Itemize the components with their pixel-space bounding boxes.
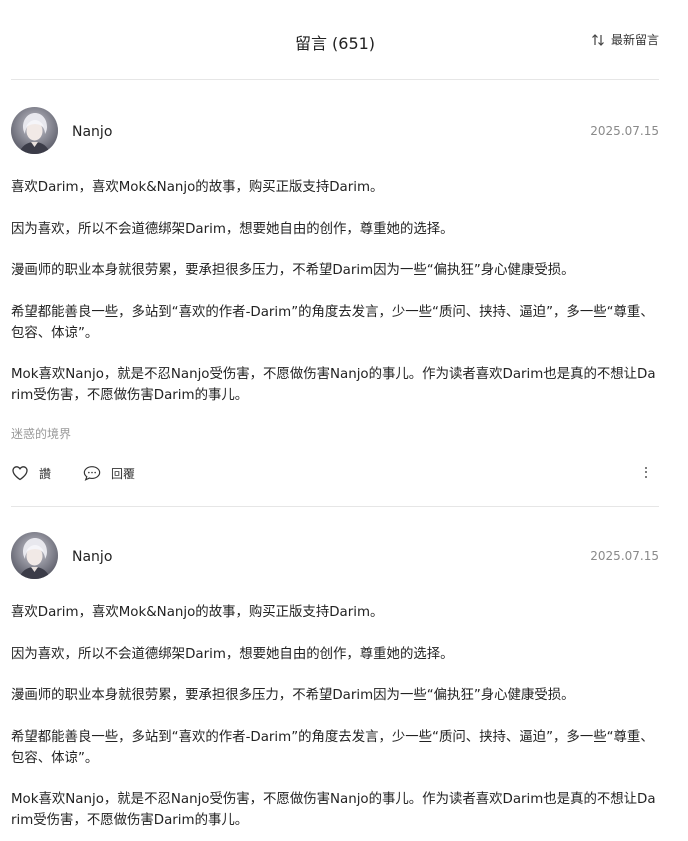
author-name[interactable]: Nanjo <box>72 124 112 140</box>
sort-label: 最新留言 <box>610 33 659 47</box>
comment-body: 喜欢Darim，喜欢Mok&Nanjo的故事，购买正版支持Darim。 因为喜欢… <box>11 177 659 406</box>
comment-paragraph: Mok喜欢Nanjo，就是不忍Nanjo受伤害，不愿做伤害Nanjo的事儿。作为… <box>11 792 656 828</box>
comment-paragraph: 喜欢Darim，喜欢Mok&Nanjo的故事，购买正版支持Darim。 <box>11 605 384 620</box>
heart-icon <box>12 466 28 481</box>
speech-bubble-icon <box>83 466 101 481</box>
avatar[interactable] <box>11 532 58 579</box>
comment-actions: 讚 回覆 <box>11 462 659 484</box>
comment-paragraph: Mok喜欢Nanjo，就是不忍Nanjo受伤害，不愿做伤害Nanjo的事儿。作为… <box>11 367 656 403</box>
comment-date: 2025.07.15 <box>590 124 659 138</box>
comment-divider <box>11 506 659 507</box>
reply-label: 回覆 <box>111 466 136 481</box>
comment-paragraph: 喜欢Darim，喜欢Mok&Nanjo的故事，购买正版支持Darim。 <box>11 180 384 195</box>
sort-latest-button[interactable]: 最新留言 <box>591 31 659 48</box>
page-title: 留言 (651) <box>294 34 376 53</box>
comment-paragraph: 漫画师的职业本身就很劳累，要承担很多压力，不希望Darim因为一些“偏执狂”身心… <box>11 263 575 278</box>
comment-paragraph: 因为喜欢，所以不会道德绑架Darim，想要她自由的创作，尊重她的选择。 <box>11 646 454 662</box>
comments-header: 留言 (651) 最新留言 <box>11 0 659 80</box>
avatar[interactable] <box>11 107 58 154</box>
reply-button[interactable]: 回覆 <box>83 464 135 482</box>
author-name[interactable]: Nanjo <box>72 549 112 565</box>
comment-item: Nanjo 2025.07.15 喜欢Darim，喜欢Mok&Nanjo的故事，… <box>11 107 659 484</box>
comment-paragraph: 因为喜欢，所以不会道德绑架Darim，想要她自由的创作，尊重她的选择。 <box>11 221 454 237</box>
comment-item: Nanjo 2025.07.15 喜欢Darim，喜欢Mok&Nanjo的故事，… <box>11 532 659 831</box>
comment-tag[interactable]: 迷惑的境界 <box>11 425 659 442</box>
comments-page: 留言 (651) 最新留言 Nanjo 2025.07.15 喜欢Darim，喜… <box>0 0 688 841</box>
comment-date: 2025.07.15 <box>590 549 659 563</box>
comment-paragraph: 希望都能善良一些，多站到“喜欢的作者-Darim”的角度去发言，少一些“质问、挟… <box>11 304 654 341</box>
sort-arrows-icon <box>592 33 604 46</box>
like-label: 讚 <box>39 466 52 481</box>
comment-paragraph: 漫画师的职业本身就很劳累，要承担很多压力，不希望Darim因为一些“偏执狂”身心… <box>11 688 575 703</box>
comment-paragraph: 希望都能善良一些，多站到“喜欢的作者-Darim”的角度去发言，少一些“质问、挟… <box>11 729 654 766</box>
comment-author-row: Nanjo 2025.07.15 <box>11 107 659 157</box>
comment-author-row: Nanjo 2025.07.15 <box>11 532 659 582</box>
like-button[interactable]: 讚 <box>11 464 51 482</box>
more-options-icon[interactable] <box>643 464 649 482</box>
comment-body: 喜欢Darim，喜欢Mok&Nanjo的故事，购买正版支持Darim。 因为喜欢… <box>11 602 659 831</box>
